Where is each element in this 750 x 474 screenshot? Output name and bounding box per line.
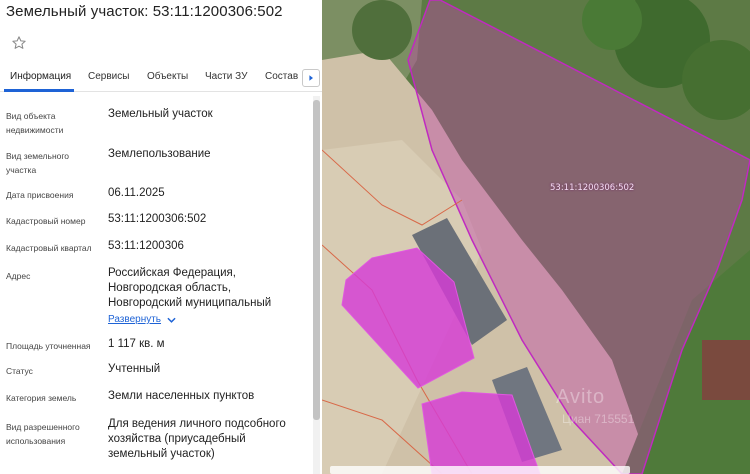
chevron-down-icon: [167, 317, 176, 323]
watermark: Avito: [556, 386, 606, 408]
permitted-use-label: Вид разрешенного использования: [6, 420, 80, 448]
object-type-label: Вид объекта недвижимости: [6, 109, 63, 137]
category-label: Категория земель: [6, 393, 77, 403]
date-value: 06.11.2025: [108, 187, 165, 199]
permitted-use-line-3: земельный участок): [108, 448, 215, 460]
date-label: Дата присвоения: [6, 190, 74, 200]
address-value: Российская Федерация, Новгородская облас…: [108, 266, 271, 311]
permitted-use-label-line-2: использования: [6, 436, 66, 446]
land-type-label-line-1: Вид земельного: [6, 151, 70, 161]
cad-quarter-label: Кадастровый квартал: [6, 243, 92, 253]
address-line-1: Российская Федерация,: [108, 267, 236, 279]
tab-composition[interactable]: Состав: [265, 71, 298, 82]
expand-address-link[interactable]: Развернуть: [108, 314, 176, 325]
star-outline-icon: [12, 36, 26, 49]
address-line-3: Новгородский муниципальный: [108, 297, 272, 309]
status-value: Учтенный: [108, 363, 161, 375]
scrollbar-thumb[interactable]: [313, 100, 320, 420]
address-line-2: Новгородская область,: [108, 282, 232, 294]
tab-objects[interactable]: Объекты: [147, 71, 188, 82]
land-type-label-line-2: участка: [6, 165, 37, 175]
watermark-sub: Циан 715551: [562, 412, 635, 426]
satellite-imagery: [322, 0, 750, 474]
permitted-use-line-1: Для ведения личного подсобного: [108, 418, 286, 430]
status-label: Статус: [6, 366, 33, 376]
object-type-label-line-1: Вид объекта: [6, 111, 56, 121]
area-value: 1 117 кв. м: [108, 338, 165, 350]
chevron-right-icon: [309, 75, 313, 81]
category-value: Земли населенных пунктов: [108, 390, 255, 402]
favorite-button[interactable]: [8, 32, 30, 54]
expand-address-label: Развернуть: [108, 314, 162, 325]
map-bottom-bar: [330, 466, 630, 474]
area-label: Площадь уточненная: [6, 341, 91, 351]
cad-number-value: 53:11:1200306:502: [108, 213, 207, 225]
tab-parts[interactable]: Части ЗУ: [205, 71, 247, 82]
tab-info[interactable]: Информация: [10, 71, 71, 82]
address-label: Адрес: [6, 271, 31, 281]
land-type-value: Землепользование: [108, 148, 211, 160]
land-type-label: Вид земельного участка: [6, 149, 69, 177]
tab-bar: Информация Сервисы Объекты Части ЗУ Сост…: [0, 64, 322, 92]
permitted-use-label-line-1: Вид разрешенного: [6, 422, 80, 432]
tabs-next-button[interactable]: [302, 69, 320, 87]
map-view[interactable]: 53:11:1200306:502 Avito Циан 715551: [322, 0, 750, 474]
permitted-use-line-2: хозяйства (приусадебный: [108, 433, 246, 445]
info-panel: Земельный участок: 53:11:1200306:502 Инф…: [0, 0, 322, 474]
tab-services[interactable]: Сервисы: [88, 71, 129, 82]
object-type-value: Земельный участок: [108, 108, 213, 120]
page-title: Земельный участок: 53:11:1200306:502: [6, 3, 283, 20]
parcel-label: 53:11:1200306:502: [550, 183, 635, 193]
active-tab-indicator: [4, 89, 74, 92]
permitted-use-value: Для ведения личного подсобного хозяйства…: [108, 417, 286, 462]
cad-number-label: Кадастровый номер: [6, 216, 86, 226]
cad-quarter-value: 53:11:1200306: [108, 240, 184, 252]
object-type-label-line-2: недвижимости: [6, 125, 64, 135]
